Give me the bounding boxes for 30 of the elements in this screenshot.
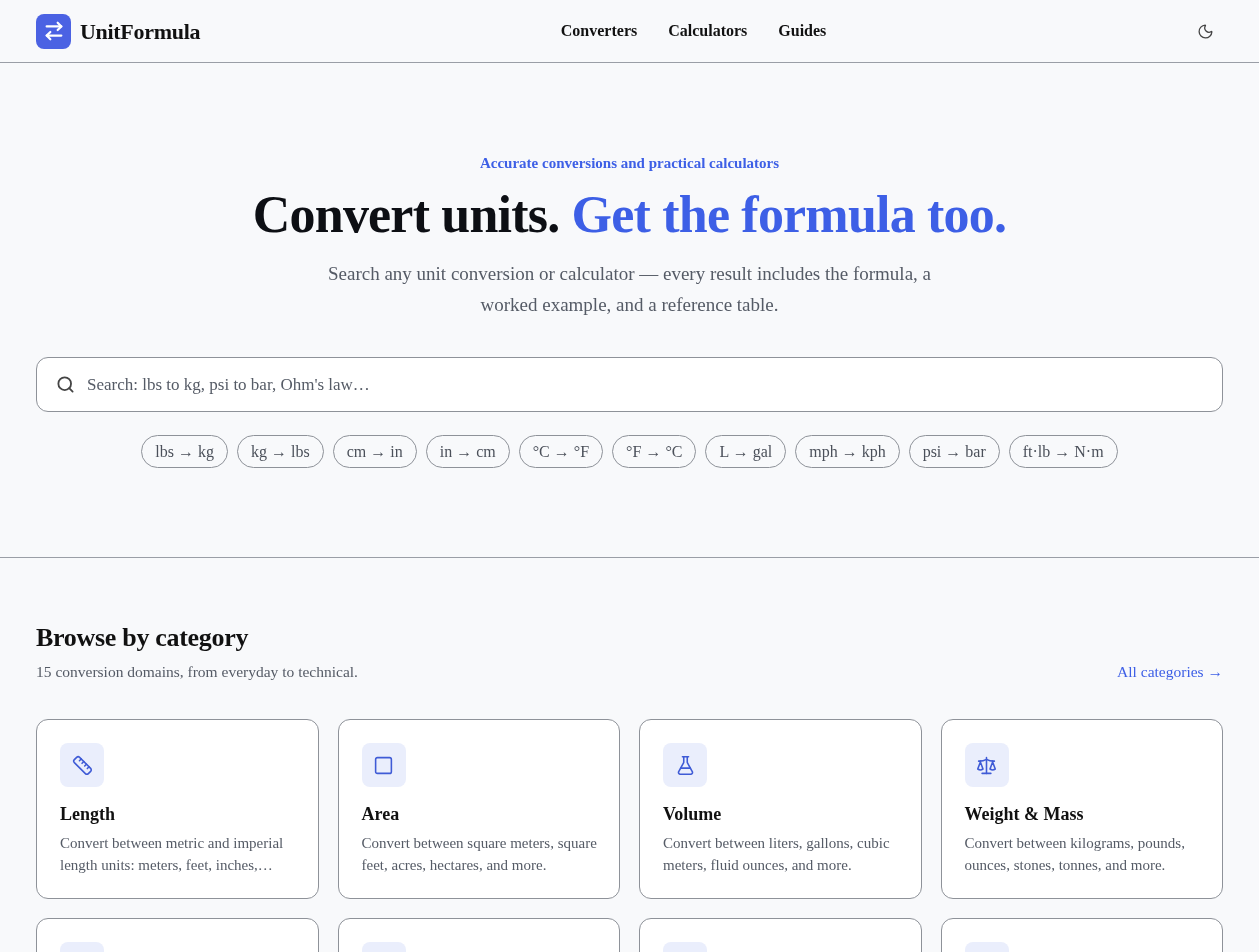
- card-description: Convert between metric and imperial length units: meters, feet, inches,…: [60, 834, 285, 875]
- category-card[interactable]: Length Convert between metric and imperial length units: meters, feet, inches,…: [36, 719, 319, 899]
- nav-link[interactable]: Guides: [778, 19, 827, 43]
- card-title: Volume: [663, 803, 723, 826]
- card-title: Length: [60, 803, 116, 826]
- scales-icon: [964, 743, 1009, 787]
- square-icon: [361, 743, 406, 787]
- hero-subtitle: Search any unit conversion or calculator — every result includes the formula, a worked example, and a reference table.: [326, 262, 932, 317]
- card-description: Convert between kilograms, pounds, ounces, stones, tonnes, and more.: [964, 834, 1186, 875]
- search-field[interactable]: Search: lbs to kg, psi to bar, Ohm's law…: [36, 357, 1223, 412]
- all-categories-link[interactable]: All categories →: [1117, 661, 1223, 683]
- card-description: Convert between square meters, square feet, acres, hectares, and more.: [361, 834, 598, 875]
- ruler-icon: [60, 743, 104, 787]
- hero-headline: Convert units. Get the formula too.: [252, 185, 1007, 245]
- category-card[interactable]: Volume Convert between liters, gallons, cubic meters, fluid ounces, and more.: [639, 719, 922, 899]
- category-card[interactable]: Area Convert between square meters, square feet, acres, hectares, and more.: [337, 719, 620, 899]
- nav-link[interactable]: Converters: [560, 19, 638, 43]
- card-title: Area: [361, 803, 401, 826]
- hero-eyebrow: Accurate conversions and practical calculators: [479, 154, 780, 173]
- category-card[interactable]: Weight & Mass Convert between kilograms, pounds, ounces, stones, tonnes, and more.: [940, 719, 1223, 899]
- card-description: Convert between liters, gallons, cubic meters, fluid ounces, and more.: [663, 834, 891, 875]
- section-title: Browse by category: [36, 622, 250, 654]
- search-icon: [56, 375, 75, 394]
- section-subtitle: 15 conversion domains, from everyday to technical.: [36, 662, 358, 682]
- flask-icon: [663, 743, 707, 787]
- nav-link[interactable]: Calculators: [668, 19, 748, 43]
- logo-icon[interactable]: [36, 13, 71, 49]
- logo-text[interactable]: UnitFormula: [80, 14, 201, 48]
- moon-icon: [1196, 22, 1214, 40]
- card-title: Weight & Mass: [964, 803, 1085, 826]
